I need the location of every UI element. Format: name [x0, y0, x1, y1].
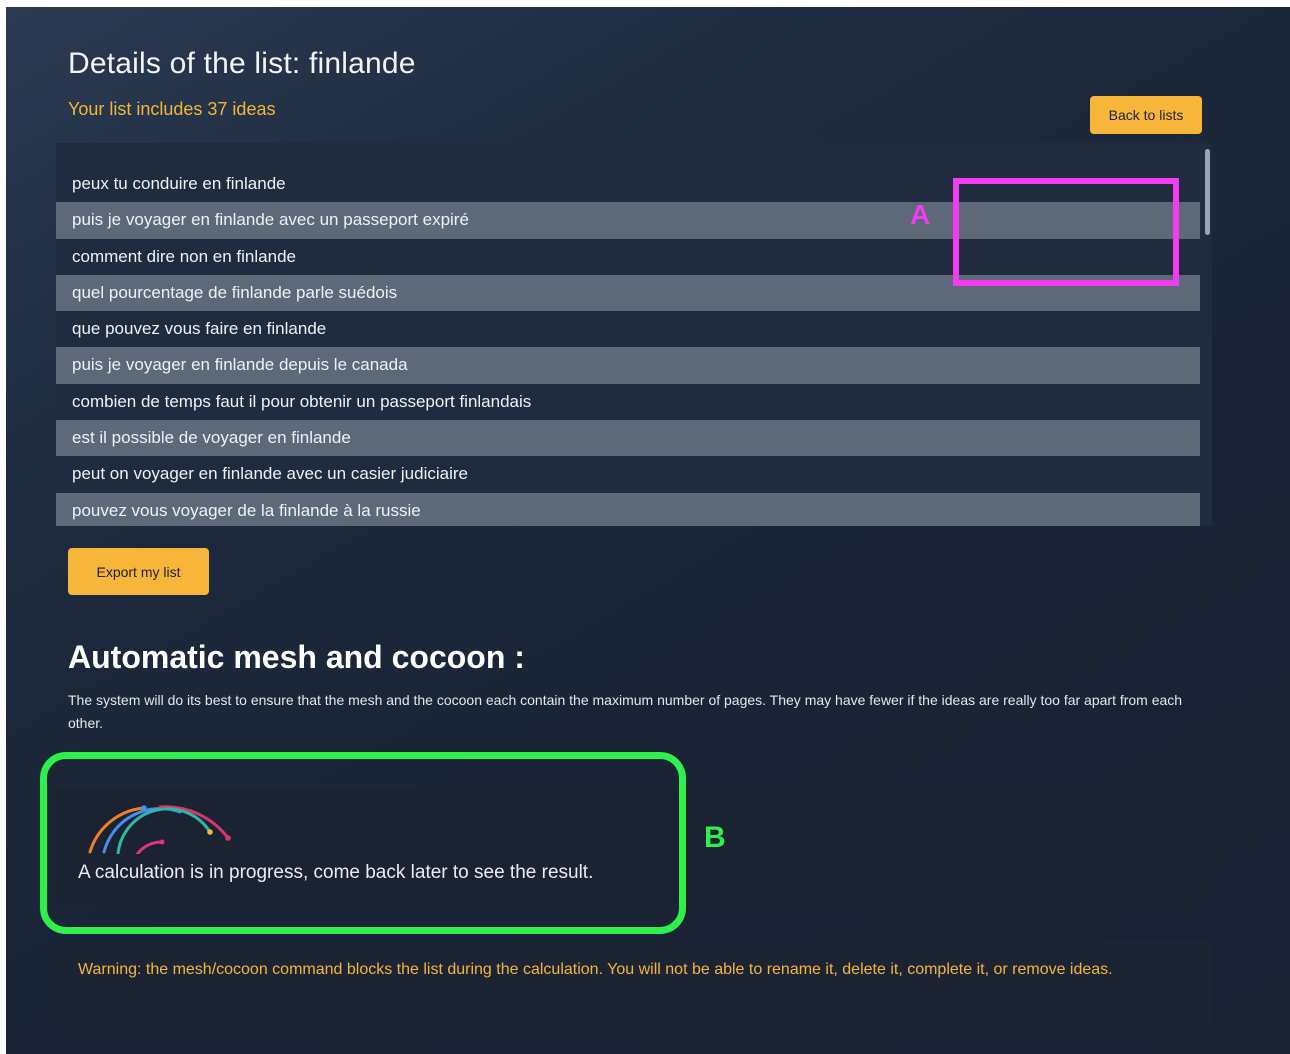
annotation-b-label: B	[704, 821, 726, 854]
page-title: Details of the list: finlande	[68, 47, 416, 80]
annotation-a-box	[953, 178, 1179, 286]
list-item[interactable]: que pouvez vous faire en finlande	[56, 311, 1200, 347]
mesh-section-description: The system will do its best to ensure th…	[68, 692, 1183, 731]
list-item[interactable]: pouvez vous voyager de la finlande à la …	[56, 492, 1200, 526]
warning-text: Warning: the mesh/cocoon command blocks …	[78, 961, 1113, 978]
list-item[interactable]: peut on voyager en finlande avec un casi…	[56, 456, 1200, 492]
idea-count: Your list includes 37 ideas	[68, 99, 276, 119]
back-to-lists-button[interactable]: Back to lists	[1090, 96, 1202, 134]
export-list-button[interactable]: Export my list	[68, 548, 209, 595]
app-window: Details of the list: finlande Your list …	[6, 7, 1290, 1054]
list-item[interactable]: est il possible de voyager en finlande	[56, 420, 1200, 457]
annotation-a-label: A	[910, 199, 931, 230]
annotation-b-box	[40, 752, 686, 934]
mesh-section-title: Automatic mesh and cocoon :	[68, 639, 525, 675]
list-item[interactable]: puis je voyager en finlande depuis le ca…	[56, 347, 1200, 384]
list-scrollbar[interactable]	[1205, 149, 1210, 235]
list-item[interactable]: combien de temps faut il pour obtenir un…	[56, 384, 1200, 420]
warning-panel: Warning: the mesh/cocoon command blocks …	[56, 940, 1211, 1030]
